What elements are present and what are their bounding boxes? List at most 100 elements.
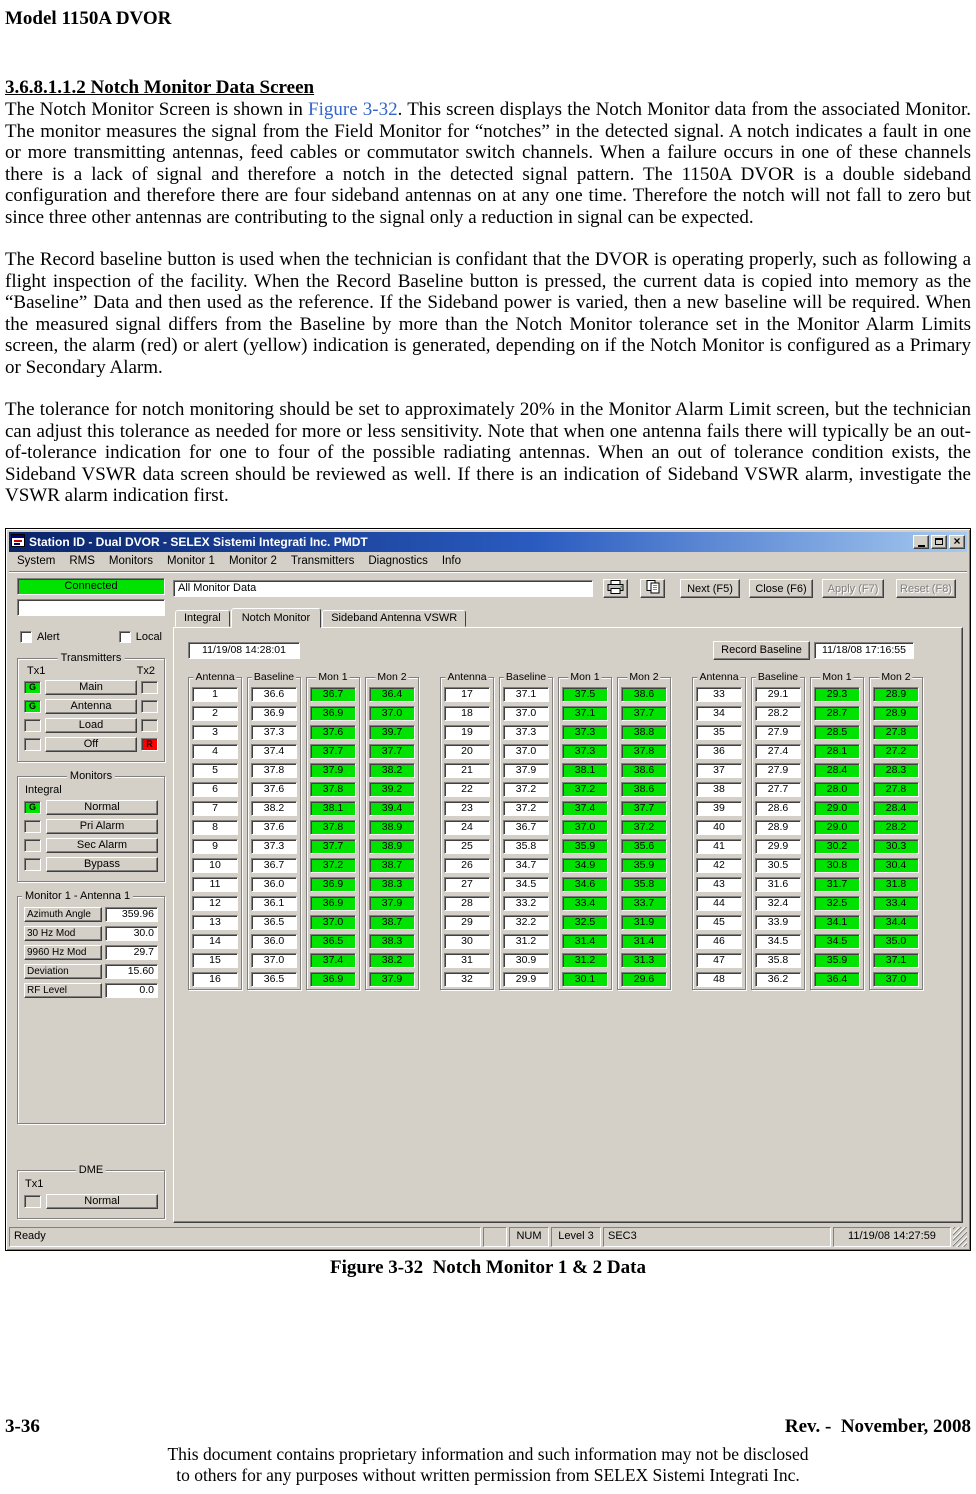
tx1-main-status-indicator: G xyxy=(24,680,41,694)
copy-button[interactable] xyxy=(640,579,665,598)
figure-3-32-link[interactable]: Figure 3-32 xyxy=(308,99,398,120)
app-icon xyxy=(11,533,25,550)
antenna-number-cell: 39 xyxy=(696,800,742,816)
baseline-timestamp: 11/18/08 17:16:55 xyxy=(814,641,914,659)
tab-integral[interactable]: Integral xyxy=(175,609,230,627)
antenna-table-group-1: Antenna 1 2 3 4 5 6 7 8 9 10 11 12 13 14 15 16 Baseline 36… xyxy=(188,670,419,990)
baseline-value-cell: 36.6 xyxy=(251,686,297,702)
monitor-value-cell: 35.0 xyxy=(873,933,919,949)
column-header-mon-1: Mon 1 xyxy=(820,670,854,684)
local-checkbox[interactable] xyxy=(118,630,131,643)
monitor-value-cell: 37.1 xyxy=(873,952,919,968)
baseline-value-cell: 37.6 xyxy=(251,781,297,797)
window-controls xyxy=(913,534,965,549)
monitor-value-cell: 39.4 xyxy=(369,800,415,816)
monitor-value-cell: 38.3 xyxy=(369,876,415,892)
next-button[interactable]: Next (F5) xyxy=(680,579,740,598)
monitor-value-cell: 35.8 xyxy=(621,876,667,892)
menu-item-diagnostics[interactable]: Diagnostics xyxy=(361,552,434,570)
maximize-icon[interactable] xyxy=(931,534,947,549)
sec-alarm-label: Sec Alarm xyxy=(46,837,158,853)
menu-item-monitor-1[interactable]: Monitor 1 xyxy=(160,552,222,570)
monitors-group-title: Monitors xyxy=(66,768,116,783)
monitor-value-cell: 29.0 xyxy=(814,819,860,835)
tab-sideband-antenna-vswr[interactable]: Sideband Antenna VSWR xyxy=(322,609,467,627)
antenna-number-cell: 16 xyxy=(192,971,238,987)
deviation-value: 15.60 xyxy=(105,963,158,979)
column-mon-2-group-1: Mon 2 36.4 37.0 39.7 37.7 38.2 39.2 39.4 38.9 38.… xyxy=(365,670,419,990)
apply-button[interactable]: Apply (F7) xyxy=(822,579,884,598)
monitor-value-cell: 27.8 xyxy=(873,724,919,740)
menu-item-monitor-2[interactable]: Monitor 2 xyxy=(222,552,284,570)
deviation-label: Deviation xyxy=(24,963,102,979)
baseline-value-cell: 37.0 xyxy=(503,705,549,721)
tab-notch-monitor[interactable]: Notch Monitor xyxy=(230,607,322,628)
baseline-value-cell: 36.5 xyxy=(251,971,297,987)
monitor-row-normal: G Normal xyxy=(24,799,158,815)
monitor-value-cell: 36.4 xyxy=(369,686,415,702)
monitor-value-cell: 37.0 xyxy=(310,914,356,930)
transmitters-group-title: Transmitters xyxy=(57,650,125,665)
column-header-mon-2: Mon 2 xyxy=(375,670,409,684)
column-header-baseline: Baseline xyxy=(755,670,801,684)
baseline-value-cell: 36.9 xyxy=(251,705,297,721)
minimize-icon[interactable] xyxy=(913,534,929,549)
baseline-value-cell: 36.0 xyxy=(251,933,297,949)
monitor-value-cell: 30.2 xyxy=(814,838,860,854)
mod30hz-label: 30 Hz Mod xyxy=(24,925,102,941)
menu-item-system[interactable]: System xyxy=(10,552,62,570)
reset-button[interactable]: Reset (F8) xyxy=(896,579,956,598)
monitor-value-cell: 34.9 xyxy=(562,857,608,873)
alert-checkbox[interactable] xyxy=(20,630,32,643)
monitor-value-cell: 34.5 xyxy=(814,933,860,949)
page-footer: 3-36 Rev. - November, 2008 xyxy=(5,1416,971,1438)
monitor-data-selector[interactable]: All Monitor Data xyxy=(173,580,593,597)
antenna-table-group-2: Antenna 17 18 19 20 21 22 23 24 25 26 27 28 29 30 31 32 B… xyxy=(440,670,671,990)
antenna-number-cell: 38 xyxy=(696,781,742,797)
column-header-antenna: Antenna xyxy=(697,670,741,684)
monitor-value-cell: 37.0 xyxy=(873,971,919,987)
close-button[interactable]: Close (F6) xyxy=(749,579,813,598)
antenna-table-group-3: Antenna 33 34 35 36 37 38 39 40 41 42 43 44 45 46 47 48 B… xyxy=(692,670,923,990)
column-antenna-group-2: Antenna 17 18 19 20 21 22 23 24 25 26 27 28 29 30 31 32 xyxy=(440,670,494,990)
disclaimer-line-1: This document contains proprietary infor… xyxy=(167,1444,809,1464)
baseline-value-cell: 37.4 xyxy=(251,743,297,759)
baseline-value-cell: 28.6 xyxy=(755,800,801,816)
monitor-value-cell: 37.7 xyxy=(621,800,667,816)
monitor-value-cell: 38.9 xyxy=(369,819,415,835)
menu-item-transmitters[interactable]: Transmitters xyxy=(284,552,361,570)
antenna-number-cell: 10 xyxy=(192,857,238,873)
antenna-number-cell: 36 xyxy=(696,743,742,759)
close-icon[interactable] xyxy=(949,534,965,549)
baseline-value-cell: 27.4 xyxy=(755,743,801,759)
monitor-value-cell: 36.9 xyxy=(310,705,356,721)
menu-item-monitors[interactable]: Monitors xyxy=(102,552,160,570)
page-number: 3-36 xyxy=(5,1416,40,1437)
tx2-antenna-status-indicator xyxy=(141,699,158,713)
transmitter-row-off: Off R xyxy=(24,736,158,752)
notch-monitor-panel: 11/19/08 14:28:01 Record Baseline 11/18/… xyxy=(173,626,963,1223)
azimuth-angle-label: Azimuth Angle xyxy=(24,906,102,922)
normal-status-indicator: G xyxy=(24,800,41,814)
baseline-value-cell: 37.8 xyxy=(251,762,297,778)
mod9960hz-label: 9960 Hz Mod xyxy=(24,944,102,960)
column-mon-2-group-3: Mon 2 28.9 28.9 27.8 27.2 28.3 27.8 28.4 28.2 30.… xyxy=(869,670,923,990)
record-baseline-button[interactable]: Record Baseline xyxy=(713,640,810,660)
figure-caption: Figure 3-32 Notch Monitor 1 & 2 Data xyxy=(330,1256,646,1278)
menu-item-info[interactable]: Info xyxy=(435,552,468,570)
resize-grip[interactable] xyxy=(953,1226,967,1247)
normal-label: Normal xyxy=(46,799,158,815)
monitor-value-cell: 30.3 xyxy=(873,838,919,854)
antenna-number-cell: 31 xyxy=(444,952,490,968)
monitor-value-cell: 27.2 xyxy=(873,743,919,759)
monitor-value-cell: 38.6 xyxy=(621,686,667,702)
azimuth-angle-value: 359.96 xyxy=(105,906,158,922)
sidebar: Connected Alert Local Transmitters Tx1 T… xyxy=(17,577,165,1223)
print-button[interactable] xyxy=(603,579,628,598)
monitor-value-cell: 37.3 xyxy=(562,743,608,759)
antenna-number-cell: 5 xyxy=(192,762,238,778)
menu-bar: System RMS Monitors Monitor 1 Monitor 2 Trans… xyxy=(9,552,967,572)
antenna-number-cell: 32 xyxy=(444,971,490,987)
main-label: Main xyxy=(45,679,137,695)
menu-item-rms[interactable]: RMS xyxy=(62,552,102,570)
